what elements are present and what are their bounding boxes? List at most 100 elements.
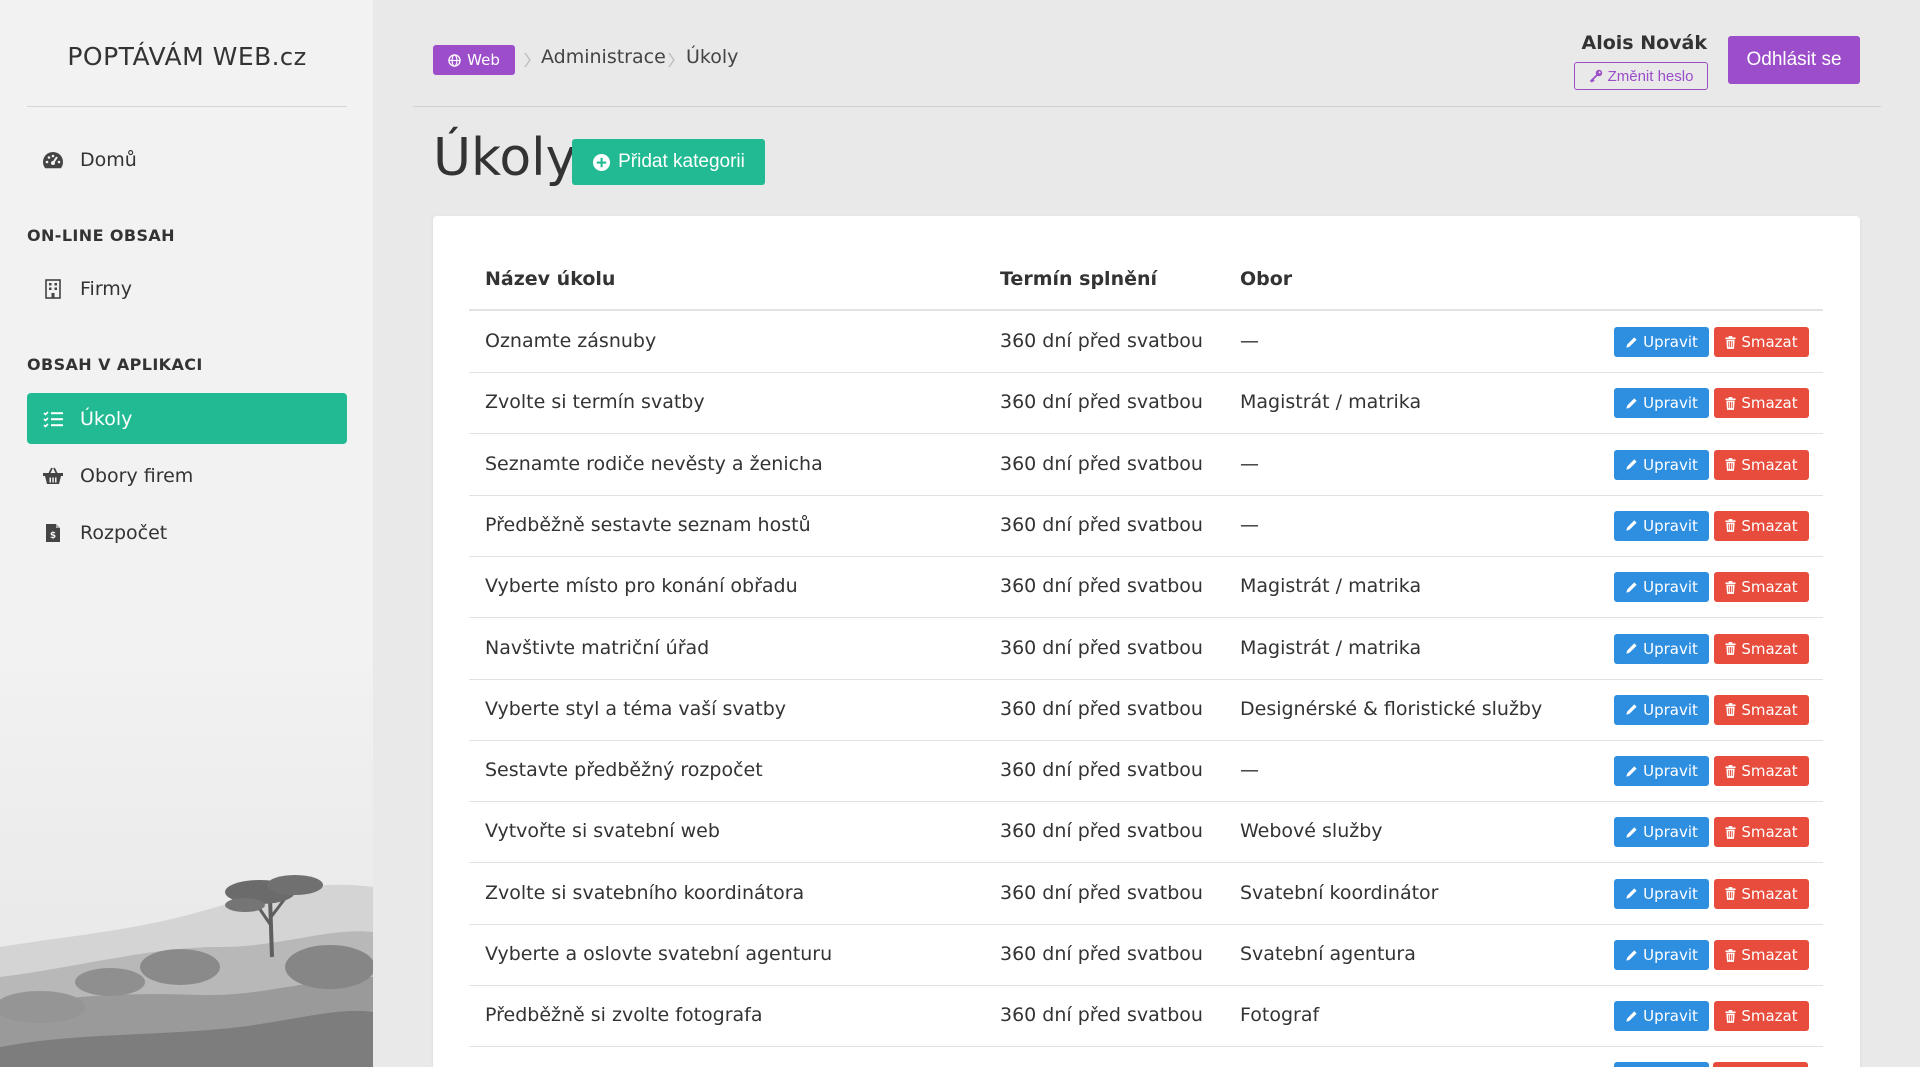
delete-label: Smazat	[1741, 946, 1798, 964]
sidebar-item-tasks[interactable]: Úkoly	[27, 393, 347, 444]
edit-button[interactable]: Upravit	[1614, 756, 1709, 787]
task-name-cell: Předběžně si zvolte fotografa	[485, 1004, 763, 1027]
breadcrumb-current: Úkoly	[686, 46, 739, 68]
pencil-icon	[1626, 765, 1637, 777]
delete-button[interactable]: Smazat	[1714, 1001, 1809, 1032]
breadcrumb-web-label: Web	[467, 51, 500, 69]
edit-button[interactable]: Upravit	[1614, 878, 1709, 909]
sidebar-item-label: Domů	[80, 148, 137, 171]
edit-label: Upravit	[1643, 700, 1698, 719]
column-header-term[interactable]: Termín splnění	[1000, 268, 1157, 290]
trash-icon	[1725, 519, 1736, 533]
task-field-cell: Magistrát / matrika	[1240, 391, 1422, 414]
breadcrumb-admin[interactable]: Administrace	[541, 46, 666, 68]
edit-button[interactable]: Upravit	[1614, 510, 1709, 541]
plus-circle-icon	[593, 153, 611, 171]
edit-label: Upravit	[1643, 333, 1698, 351]
basket-icon	[42, 465, 64, 487]
edit-label: Upravit	[1643, 455, 1698, 474]
row-actions: Upravit Smazat	[1614, 694, 1809, 725]
trash-icon	[1725, 825, 1736, 839]
column-header-name[interactable]: Název úkolu	[485, 268, 615, 290]
breadcrumb-web-badge[interactable]: Web	[433, 45, 515, 75]
pencil-icon	[1626, 1011, 1637, 1022]
task-name-cell: Vyberte místo pro konání obřadu	[485, 575, 798, 598]
task-name-cell: Oznamte zásnuby	[485, 330, 657, 352]
task-field-cell: —	[1240, 513, 1259, 536]
pencil-icon	[1626, 398, 1637, 409]
sidebar-item-home[interactable]: Domů	[27, 134, 347, 185]
delete-label: Smazat	[1741, 884, 1798, 903]
delete-button[interactable]: Smazat	[1714, 878, 1809, 909]
edit-label: Upravit	[1643, 823, 1698, 842]
task-term-cell: 360 dní před svatbou	[1000, 636, 1203, 659]
task-field-cell: Webové služby	[1240, 820, 1383, 843]
row-actions: Upravit Smazat	[1614, 572, 1809, 603]
trash-icon	[1725, 580, 1736, 594]
delete-label: Smazat	[1741, 394, 1798, 413]
column-header-field[interactable]: Obor	[1240, 268, 1292, 290]
delete-button[interactable]: Smazat	[1714, 572, 1809, 603]
task-name-cell: Vyberte styl a téma vaší svatby	[485, 697, 787, 720]
sidebar-divider	[27, 106, 347, 107]
brand-name: POPTÁVÁM WEB	[67, 42, 272, 71]
delete-button[interactable]: Smazat	[1714, 449, 1809, 480]
row-actions: Upravit Smazat	[1614, 817, 1809, 848]
pencil-icon	[1626, 520, 1637, 531]
sidebar-item-budget[interactable]: $ Rozpočet	[27, 507, 347, 558]
brand-logo[interactable]: POPTÁVÁM WEB.cz	[27, 42, 347, 71]
chevron-right-icon	[524, 52, 531, 68]
edit-button[interactable]: Upravit	[1614, 1001, 1709, 1032]
row-actions: Upravit Smazat	[1614, 940, 1809, 970]
delete-button[interactable]: Smazat	[1714, 327, 1809, 357]
tasks-icon	[42, 408, 64, 430]
task-field-cell: Magistrát / matrika	[1240, 636, 1422, 659]
task-name-cell: Sestavte předběžný rozpočet	[485, 759, 763, 782]
edit-button[interactable]: Upravit	[1614, 817, 1709, 848]
delete-button[interactable]: Smazat	[1714, 756, 1809, 787]
add-category-button[interactable]: Přidat kategorii	[572, 139, 765, 185]
sidebar-item-label: Firmy	[80, 277, 133, 300]
table-row: Zvolte si termín svatby 360 dní před svat…	[469, 373, 1823, 435]
task-name-cell: Zvolte si termín svatby	[485, 391, 705, 414]
sidebar-item-categories[interactable]: Obory firem	[27, 450, 347, 501]
task-field-cell: —	[1240, 330, 1259, 352]
delete-button[interactable]: Smazat	[1714, 694, 1809, 725]
sidebar-item-firms[interactable]: Firmy	[27, 263, 347, 314]
delete-button[interactable]: Smazat	[1714, 940, 1809, 970]
task-name-cell: Vytvořte si svatební web	[485, 820, 720, 843]
page-title: Úkoly	[433, 128, 577, 188]
edit-button[interactable]: Upravit	[1614, 327, 1709, 357]
pencil-icon	[1626, 827, 1637, 838]
edit-button[interactable]: Upravit	[1614, 940, 1709, 970]
edit-button[interactable]: Upravit	[1614, 633, 1709, 664]
edit-button[interactable]: Upravit	[1614, 388, 1709, 419]
task-name-cell: Vyberte a oslovte svatební agenturu	[485, 943, 833, 965]
delete-label: Smazat	[1741, 762, 1798, 781]
pencil-icon	[1626, 582, 1637, 593]
edit-label: Upravit	[1643, 516, 1698, 535]
brand-tld: .cz	[271, 43, 307, 71]
logout-button[interactable]: Odhlásit se	[1728, 36, 1860, 84]
trash-icon	[1725, 335, 1736, 349]
delete-button[interactable]: Smazat	[1714, 388, 1809, 419]
table-row: Oznamte zásnuby 360 dní před svatbou — Upra…	[469, 312, 1823, 373]
task-term-cell: 360 dní před svatbou	[1000, 330, 1203, 352]
delete-button-partial[interactable]	[1713, 1062, 1808, 1067]
table-row: Seznamte rodiče nevěsty a ženicha 360 dní…	[469, 435, 1823, 496]
edit-button-partial[interactable]	[1614, 1062, 1709, 1067]
edit-button[interactable]: Upravit	[1614, 694, 1709, 725]
change-password-button[interactable]: Změnit heslo	[1574, 62, 1708, 90]
task-term-cell: 360 dní před svatbou	[1000, 943, 1203, 965]
delete-label: Smazat	[1741, 516, 1798, 535]
delete-label: Smazat	[1741, 639, 1798, 658]
edit-button[interactable]: Upravit	[1614, 572, 1709, 603]
task-name-cell: Předběžně sestavte seznam hostů	[485, 513, 811, 536]
pencil-icon	[1626, 459, 1637, 470]
delete-button[interactable]: Smazat	[1714, 817, 1809, 848]
edit-button[interactable]: Upravit	[1614, 449, 1709, 480]
trash-icon	[1725, 703, 1736, 717]
delete-button[interactable]: Smazat	[1714, 633, 1809, 664]
delete-button[interactable]: Smazat	[1714, 510, 1809, 541]
task-term-cell: 360 dní před svatbou	[1000, 575, 1203, 598]
